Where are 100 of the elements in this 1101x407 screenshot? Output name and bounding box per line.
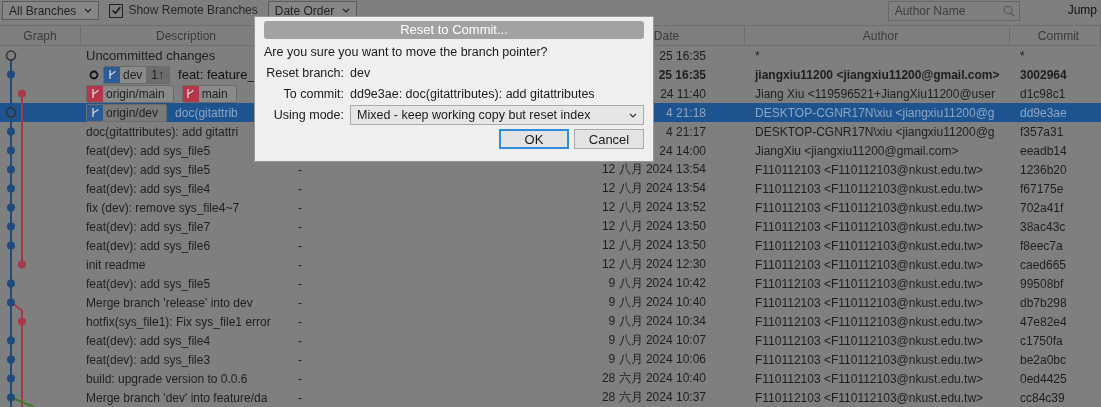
dialog-button[interactable]: OK	[499, 129, 569, 149]
date-cell: 25 16:35	[659, 48, 706, 63]
commit-message: init readme	[86, 257, 146, 272]
date-cell: 9 八月 2024 10:06	[608, 351, 706, 368]
table-cell: -	[298, 276, 302, 291]
commit-hash: f357a31	[1020, 124, 1064, 139]
author-cell: F110112103 <F110112103@nkust.edu.tw>	[755, 238, 984, 253]
field-value: dd9e3ae: doc(gitattributes): add gitattributes	[350, 86, 595, 101]
date-cell: 4 21:18	[665, 105, 706, 120]
branch-tag[interactable]: origin/dev	[86, 103, 168, 122]
dialog-button[interactable]: Cancel	[574, 129, 644, 149]
checkbox[interactable]	[109, 3, 124, 18]
branch-tag[interactable]: dev 1↑	[103, 65, 171, 84]
date-cell: 9 八月 2024 10:40	[608, 294, 706, 311]
author-cell: F110112103 <F110112103@nkust.edu.tw>	[755, 257, 984, 272]
date-cell: 9 八月 2024 10:34	[608, 313, 706, 330]
author-cell: F110112103 <F110112103@nkust.edu.tw>	[755, 314, 984, 329]
column-header[interactable]: Commit	[1010, 26, 1101, 45]
field-label: Reset branch:	[265, 65, 344, 80]
author-cell: F110112103 <F110112103@nkust.edu.tw>	[755, 219, 984, 234]
date-cell: 4 21:17	[665, 124, 706, 139]
column-header[interactable]: Author	[745, 26, 1010, 45]
caret-icon	[342, 8, 351, 13]
date-cell: 25 16:35	[658, 67, 706, 82]
search-icon	[1002, 5, 1015, 17]
commit-message: build: upgrade version to 0.0.6	[86, 371, 248, 386]
commit-message: feat(dev): add sys_file5	[86, 162, 211, 177]
date-cell: 24 11:40	[660, 86, 706, 101]
dialog-question: Are you sure you want to move the branch pointer?	[264, 44, 549, 61]
commit-message: doc(gitattrib	[175, 105, 238, 120]
field-label: To commit:	[282, 86, 344, 101]
commit-hash: eeadb14	[1020, 143, 1067, 158]
commit-hash: d1c98c1	[1020, 86, 1066, 101]
author-cell: jiangxiu11200 <jiangxiu11200@gmail.com>	[755, 67, 1000, 82]
mode-dropdown[interactable]: Mixed - keep working copy but reset index	[350, 105, 644, 125]
dialog-title: Reset to Commit...	[264, 21, 644, 39]
commit-message: feat(dev): add sys_file4	[86, 181, 211, 196]
author-cell: *	[755, 48, 760, 63]
commit-message: feat(dev): add sys_file3	[86, 352, 211, 367]
branch-tag[interactable]: main	[181, 84, 237, 103]
author-cell: JiangXiu <jiangxiu11200@gmail.com>	[755, 143, 959, 158]
caret-icon	[629, 112, 637, 118]
commit-hash: dd9e3ae	[1020, 105, 1067, 120]
commit-message: Uncommitted changes	[86, 48, 216, 63]
commit-hash: 99508bf	[1020, 276, 1064, 291]
commit-hash: f8eec7a	[1020, 238, 1063, 253]
author-cell: F110112103 <F110112103@nkust.edu.tw>	[755, 181, 984, 196]
date-cell: 12 八月 2024 13:52	[601, 199, 706, 216]
table-cell: -	[298, 238, 302, 253]
table-cell: -	[298, 390, 302, 405]
commit-hash: cc84c39	[1020, 390, 1065, 405]
author-search-field[interactable]: Author Name	[887, 1, 1020, 21]
date-cell: 12 八月 2024 13:50	[601, 218, 706, 235]
table-cell: -	[298, 219, 302, 234]
date-cell: 12 八月 2024 13:50	[601, 237, 706, 254]
author-cell: Jiang Xiu <119596521+JiangXiu11200@user	[755, 86, 995, 101]
commit-hash: 38ac43c	[1020, 219, 1066, 234]
commit-message: feat: feature_	[178, 67, 255, 82]
date-cell: 12 八月 2024 13:54	[601, 161, 706, 178]
author-cell: DESKTOP-CGNR17N\xiu <jiangxiu11200@g	[755, 124, 995, 139]
commit-hash: f67175e	[1020, 181, 1064, 196]
commit-message: feat(dev): add sys_file4	[86, 333, 211, 348]
commit-message: fix (dev): remove sys_file4~7	[86, 200, 240, 215]
commit-message: feat(dev): add sys_file7	[86, 219, 211, 234]
checkbox-label: Show Remote Branches	[128, 2, 258, 19]
commit-message: Merge branch 'dev' into feature/da	[86, 390, 268, 405]
table-cell: -	[298, 200, 302, 215]
date-cell: 28 六月 2024 10:37	[601, 389, 706, 406]
commit-hash: c1750fa	[1020, 333, 1063, 348]
column-header[interactable]: Graph	[0, 26, 81, 45]
author-cell: DESKTOP-CGNR17N\xiu <jiangxiu11200@g	[755, 105, 995, 120]
caret-icon	[84, 8, 93, 13]
table-cell: -	[298, 333, 302, 348]
commit-message: hotfix(sys_file1): Fix sys_file1 error	[86, 314, 271, 329]
date-cell: 24 14:00	[659, 143, 706, 158]
author-cell: F110112103 <F110112103@nkust.edu.tw>	[755, 295, 984, 310]
author-cell: F110112103 <F110112103@nkust.edu.tw>	[755, 162, 984, 177]
table-cell: -	[298, 295, 302, 310]
commit-hash: 0ed4425	[1020, 371, 1067, 386]
date-cell: 28 六月 2024 10:40	[601, 370, 706, 387]
commit-message: feat(dev): add sys_file6	[86, 238, 211, 253]
field-value: dev	[350, 65, 371, 80]
commit-message: feat(dev): add sys_file5	[86, 276, 211, 291]
commit-hash: be2a0bc	[1020, 352, 1067, 367]
author-cell: F110112103 <F110112103@nkust.edu.tw>	[755, 333, 984, 348]
author-cell: F110112103 <F110112103@nkust.edu.tw>	[755, 200, 984, 215]
field-label: Using mode:	[272, 108, 344, 122]
commit-hash: caed665	[1020, 257, 1067, 272]
author-cell: F110112103 <F110112103@nkust.edu.tw>	[755, 371, 984, 386]
author-cell: F110112103 <F110112103@nkust.edu.tw>	[755, 352, 984, 367]
date-cell: 9 八月 2024 10:42	[608, 275, 706, 292]
author-cell: F110112103 <F110112103@nkust.edu.tw>	[755, 390, 984, 405]
date-cell: 12 八月 2024 12:30	[601, 256, 706, 273]
table-cell: -	[298, 181, 302, 196]
commit-hash: db7b298	[1020, 295, 1067, 310]
table-cell: -	[298, 257, 302, 272]
commit-message: doc(gitattributes): add gitattri	[86, 124, 239, 139]
commit-hash: 47e82e4	[1020, 314, 1067, 329]
branch-tag[interactable]: origin/main	[86, 84, 174, 103]
branch-filter-dropdown[interactable]: All Branches	[2, 1, 100, 20]
